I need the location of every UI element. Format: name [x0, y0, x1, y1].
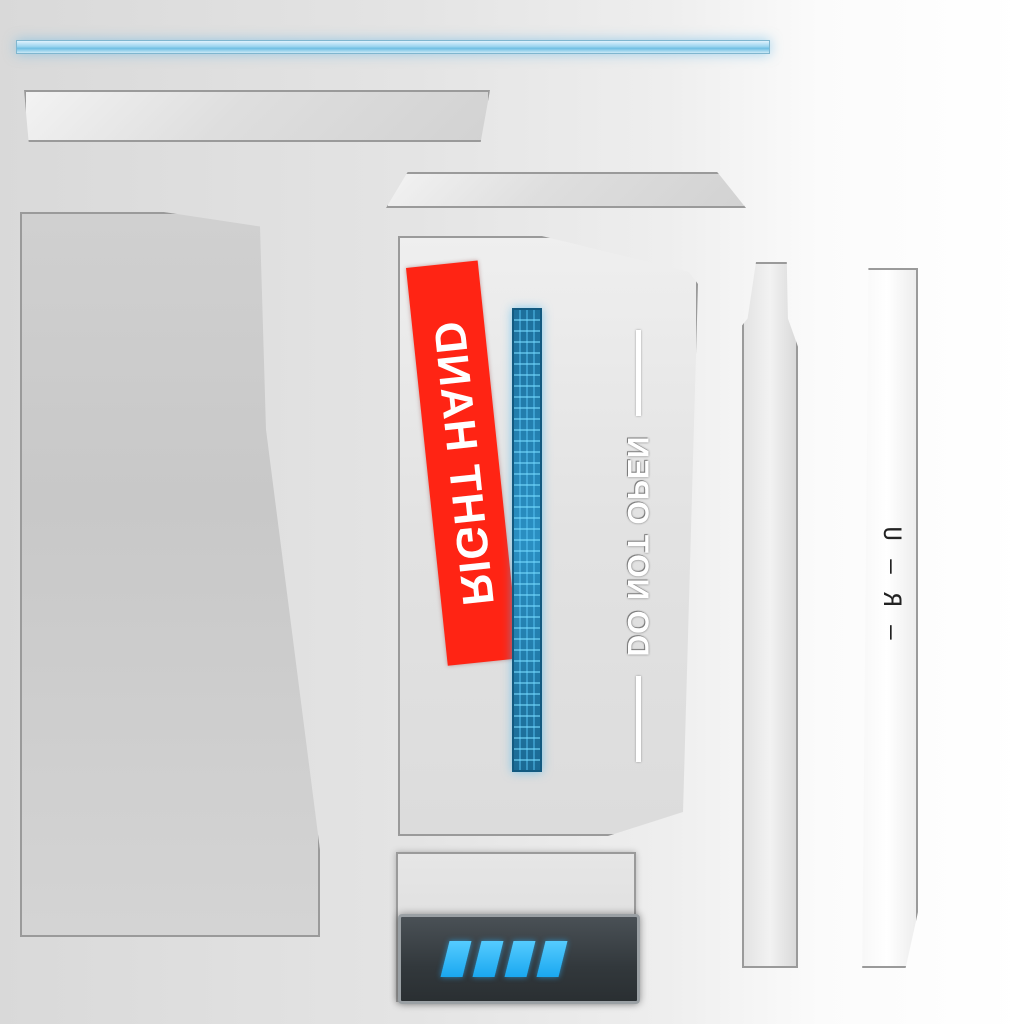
texture-sheet: RIGHT HAND DO NOT OPEN — R — U [0, 0, 1024, 1024]
battery-cell [504, 941, 536, 977]
part-code-marking: — R — U [872, 452, 912, 712]
warning-line-bottom [636, 676, 641, 762]
top-trim-bar [24, 90, 490, 142]
glowing-light-strip [16, 40, 770, 54]
circuit-strip-icon [512, 308, 542, 772]
battery-cell [536, 941, 568, 977]
warning-line-top [636, 330, 641, 416]
battery-cell [472, 941, 504, 977]
side-strip-left [742, 262, 798, 968]
mid-trim-bar [386, 172, 746, 208]
part-code-text: — R — U [878, 524, 906, 640]
battery-indicator-icon [398, 914, 640, 1004]
warning-text: DO NOT OPEN [621, 435, 654, 657]
warning-marking: DO NOT OPEN [614, 330, 660, 762]
left-armor-panel [20, 212, 320, 937]
battery-cell [440, 941, 472, 977]
